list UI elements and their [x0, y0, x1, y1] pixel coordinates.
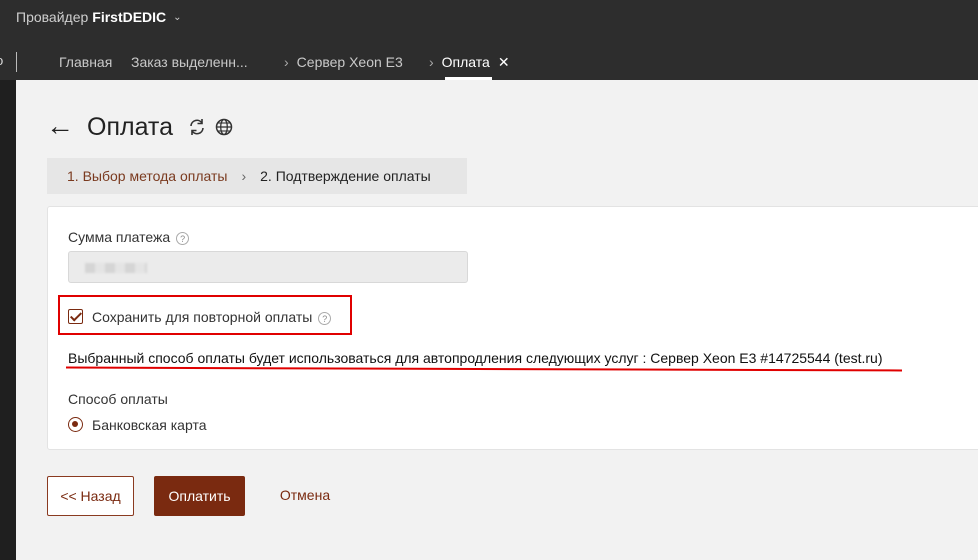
refresh-icon[interactable] — [187, 117, 207, 137]
step-confirm: 2. Подтверждение оплаты — [260, 168, 431, 184]
bank-card-radio[interactable] — [68, 417, 83, 432]
provider-selector[interactable]: Провайдер FirstDEDIC ⌄ — [16, 9, 182, 25]
amount-label: Сумма платежа — [68, 229, 171, 245]
highlight-underline — [65, 366, 903, 372]
page-title: Оплата — [87, 113, 173, 141]
bank-card-label[interactable]: Банковская карта — [92, 417, 206, 433]
back-arrow-icon[interactable]: ← — [46, 112, 74, 140]
tab-payment[interactable]: › Оплата ✕ — [429, 44, 518, 80]
autorenew-info-text: Выбранный способ оплаты будет использова… — [68, 350, 883, 366]
steps-breadcrumb: 1. Выбор метода оплаты › 2. Подтверждени… — [47, 158, 467, 194]
provider-prefix: Провайдер — [16, 9, 89, 25]
pay-button[interactable]: Оплатить — [154, 476, 245, 516]
breadcrumb-separator: › — [284, 54, 289, 70]
amount-label-row: Сумма платежа? — [68, 229, 190, 245]
top-header: Провайдер FirstDEDIC ⌄ o Главная Заказ в… — [0, 0, 978, 80]
save-for-repeat-checkbox[interactable] — [68, 309, 83, 324]
step-choose-method[interactable]: 1. Выбор метода оплаты — [67, 168, 227, 184]
save-label: Сохранить для повторной оплаты — [92, 309, 313, 325]
payment-form: Сумма платежа? Сохранить для повторной о… — [47, 206, 978, 450]
globe-icon[interactable] — [214, 117, 234, 137]
tab-server-xeon[interactable]: › Сервер Xeon E3 — [284, 44, 403, 80]
tab-label: Заказ выделенн... — [131, 54, 248, 70]
amount-field — [68, 251, 468, 283]
tab-home[interactable]: Главная — [59, 44, 112, 80]
payment-method-label: Способ оплаты — [68, 391, 168, 407]
left-sidebar-edge — [0, 80, 16, 560]
step-separator: › — [241, 168, 247, 184]
chevron-down-icon: ⌄ — [173, 11, 182, 23]
breadcrumb-separator: › — [429, 54, 434, 70]
tab-label: Главная — [59, 54, 113, 70]
redacted-amount — [85, 263, 147, 273]
help-icon[interactable]: ? — [176, 231, 190, 245]
active-tab-indicator — [445, 77, 492, 80]
tab-label: Оплата — [441, 54, 490, 70]
cancel-button[interactable]: Отмена — [265, 476, 345, 516]
help-icon[interactable]: ? — [318, 311, 332, 325]
tab-bar: Главная Заказ выделенн... › Сервер Xeon E… — [0, 44, 978, 80]
back-button[interactable]: << Назад — [47, 476, 134, 516]
tab-label: Сервер Xeon E3 — [296, 54, 403, 70]
tab-dedicated-order[interactable]: Заказ выделенн... — [131, 44, 248, 80]
close-icon[interactable]: ✕ — [498, 54, 510, 70]
save-label-row: Сохранить для повторной оплаты? — [92, 309, 332, 325]
provider-name: FirstDEDIC — [92, 9, 167, 25]
